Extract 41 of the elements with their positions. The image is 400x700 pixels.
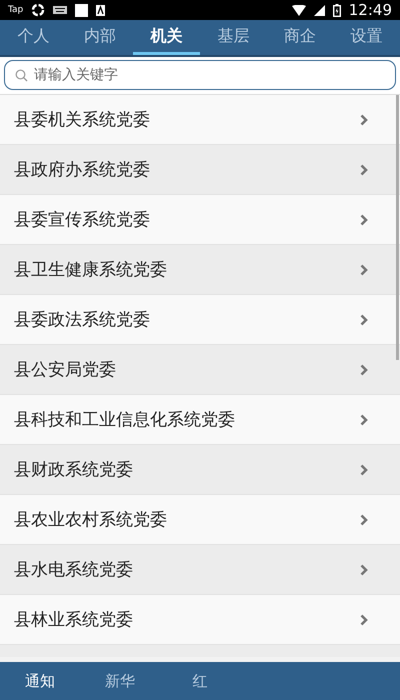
nav-item[interactable]: 通知 — [0, 672, 80, 690]
list-item[interactable]: 县委机关系统党委 — [0, 95, 400, 145]
nav-item[interactable]: 新华 — [80, 672, 160, 690]
search-field[interactable]: 请输入关键字 — [4, 60, 396, 90]
list-item[interactable]: 县农业农村系统党委 — [0, 495, 400, 545]
list-item[interactable]: 县卫生健康系统党委 — [0, 245, 400, 295]
square-icon — [75, 4, 88, 16]
list-item[interactable]: 县公安局党委 — [0, 345, 400, 395]
nav-item[interactable]: 红 — [160, 672, 240, 690]
battery-icon — [332, 4, 341, 16]
chevron-icon — [360, 414, 368, 426]
list-item[interactable]: 县委宣传系统党委 — [0, 195, 400, 245]
tab[interactable]: 基层 — [200, 20, 267, 55]
app-label: Tap — [8, 5, 24, 15]
chevron-icon — [360, 164, 368, 176]
list-item[interactable]: 县林业系统党委 — [0, 595, 400, 645]
chevron-icon — [360, 464, 368, 476]
chevron-icon — [360, 264, 368, 276]
list-item[interactable]: 县政府办系统党委 — [0, 145, 400, 195]
chevron-icon — [360, 364, 368, 376]
signal-icon — [314, 4, 325, 16]
tab[interactable]: 商企 — [266, 20, 334, 55]
sync-icon — [31, 3, 46, 17]
app-icon — [96, 4, 106, 16]
list-item[interactable]: 县科技和工业信息化系统党委 — [0, 395, 400, 445]
tab[interactable]: 设置 — [333, 20, 400, 55]
wifi-icon — [292, 4, 306, 16]
tab[interactable]: 个人 — [0, 20, 67, 55]
keyboard-icon — [53, 6, 68, 14]
tab[interactable]: 内部 — [66, 20, 134, 55]
clock-time: 12:49 — [348, 1, 392, 19]
chevron-icon — [360, 614, 368, 626]
chevron-icon — [360, 514, 368, 526]
list-item[interactable]: 县水电系统党委 — [0, 545, 400, 595]
chevron-icon — [360, 314, 368, 326]
search-icon — [15, 68, 28, 82]
chevron-icon — [360, 114, 368, 126]
list-item[interactable]: 县委政法系统党委 — [0, 295, 400, 345]
chevron-icon — [360, 214, 368, 226]
list-item[interactable]: 县财政系统党委 — [0, 445, 400, 495]
chevron-icon — [360, 564, 368, 576]
